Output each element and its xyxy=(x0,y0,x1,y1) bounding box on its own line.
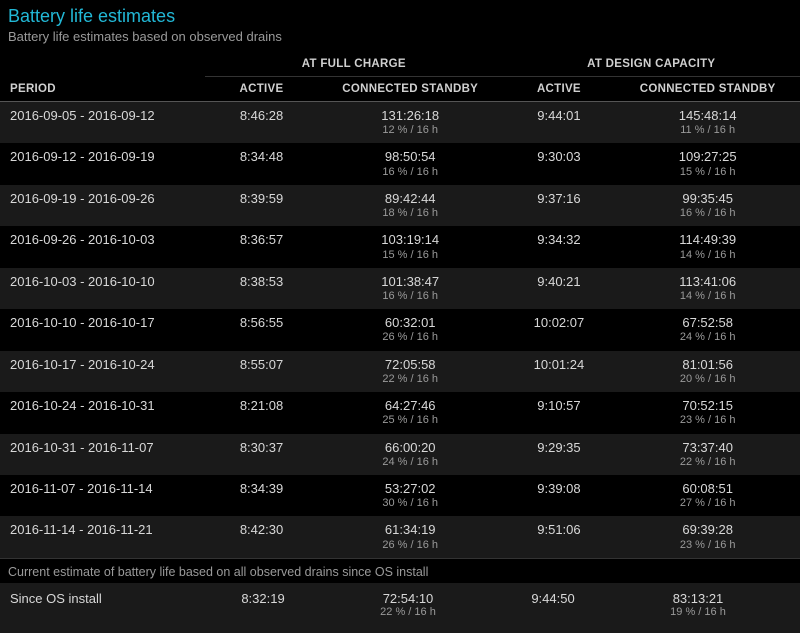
cell-dc-active: 9:39:08 xyxy=(503,475,616,516)
cell-dc-standby: 81:01:5620 % / 16 h xyxy=(615,351,800,392)
cell-dc-active: 10:01:24 xyxy=(503,351,616,392)
group-header-full-charge: AT FULL CHARGE xyxy=(205,54,502,77)
table-row: 2016-10-31 - 2016-11-078:30:3766:00:2024… xyxy=(0,434,800,475)
summary-label: Since OS install xyxy=(8,591,208,606)
cell-dc-standby: 109:27:2515 % / 16 h xyxy=(615,143,800,184)
cell-dc-active: 9:34:32 xyxy=(503,226,616,267)
cell-period: 2016-10-24 - 2016-10-31 xyxy=(0,392,205,433)
summary-fc-active: 8:32:19 xyxy=(208,591,318,606)
summary-row: Since OS install 8:32:19 72:54:10 22 % /… xyxy=(0,583,800,633)
cell-period: 2016-11-14 - 2016-11-21 xyxy=(0,516,205,557)
cell-dc-active: 9:10:57 xyxy=(503,392,616,433)
table-row: 2016-10-24 - 2016-10-318:21:0864:27:4625… xyxy=(0,392,800,433)
cell-dc-active: 10:02:07 xyxy=(503,309,616,350)
cell-period: 2016-09-26 - 2016-10-03 xyxy=(0,226,205,267)
cell-fc-standby: 64:27:4625 % / 16 h xyxy=(318,392,503,433)
col-header-dc-standby: CONNECTED STANDBY xyxy=(615,77,800,102)
cell-fc-standby: 131:26:1812 % / 16 h xyxy=(318,102,503,144)
table-row: 2016-09-05 - 2016-09-128:46:28131:26:181… xyxy=(0,102,800,144)
cell-fc-standby: 89:42:4418 % / 16 h xyxy=(318,185,503,226)
summary-dc-active: 9:44:50 xyxy=(498,591,608,606)
cell-period: 2016-11-07 - 2016-11-14 xyxy=(0,475,205,516)
cell-period: 2016-10-03 - 2016-10-10 xyxy=(0,268,205,309)
cell-fc-active: 8:36:57 xyxy=(205,226,318,267)
cell-fc-standby: 103:19:1415 % / 16 h xyxy=(318,226,503,267)
battery-estimates-table: AT FULL CHARGE AT DESIGN CAPACITY PERIOD… xyxy=(0,54,800,558)
col-header-fc-active: ACTIVE xyxy=(205,77,318,102)
cell-period: 2016-10-17 - 2016-10-24 xyxy=(0,351,205,392)
cell-dc-standby: 99:35:4516 % / 16 h xyxy=(615,185,800,226)
table-row: 2016-10-10 - 2016-10-178:56:5560:32:0126… xyxy=(0,309,800,350)
cell-dc-active: 9:29:35 xyxy=(503,434,616,475)
cell-dc-standby: 67:52:5824 % / 16 h xyxy=(615,309,800,350)
table-row: 2016-09-26 - 2016-10-038:36:57103:19:141… xyxy=(0,226,800,267)
cell-period: 2016-09-19 - 2016-09-26 xyxy=(0,185,205,226)
group-header-design-capacity: AT DESIGN CAPACITY xyxy=(503,54,800,77)
cell-fc-active: 8:34:39 xyxy=(205,475,318,516)
col-header-dc-active: ACTIVE xyxy=(503,77,616,102)
cell-period: 2016-10-10 - 2016-10-17 xyxy=(0,309,205,350)
cell-dc-standby: 113:41:0614 % / 16 h xyxy=(615,268,800,309)
cell-fc-active: 8:38:53 xyxy=(205,268,318,309)
cell-dc-active: 9:37:16 xyxy=(503,185,616,226)
cell-fc-active: 8:34:48 xyxy=(205,143,318,184)
section-title: Battery life estimates xyxy=(0,0,800,27)
cell-dc-active: 9:44:01 xyxy=(503,102,616,144)
cell-fc-standby: 101:38:4716 % / 16 h xyxy=(318,268,503,309)
cell-dc-active: 9:30:03 xyxy=(503,143,616,184)
col-header-period: PERIOD xyxy=(0,77,205,102)
cell-dc-standby: 114:49:3914 % / 16 h xyxy=(615,226,800,267)
section-subtitle: Battery life estimates based on observed… xyxy=(0,27,800,54)
cell-dc-active: 9:40:21 xyxy=(503,268,616,309)
cell-fc-standby: 53:27:0230 % / 16 h xyxy=(318,475,503,516)
cell-fc-active: 8:30:37 xyxy=(205,434,318,475)
cell-dc-standby: 145:48:1411 % / 16 h xyxy=(615,102,800,144)
cell-fc-standby: 60:32:0126 % / 16 h xyxy=(318,309,503,350)
summary-dc-standby: 83:13:21 19 % / 16 h xyxy=(608,591,788,619)
cell-fc-standby: 61:34:1926 % / 16 h xyxy=(318,516,503,557)
cell-fc-active: 8:55:07 xyxy=(205,351,318,392)
table-row: 2016-09-19 - 2016-09-268:39:5989:42:4418… xyxy=(0,185,800,226)
cell-fc-active: 8:46:28 xyxy=(205,102,318,144)
cell-dc-active: 9:51:06 xyxy=(503,516,616,557)
summary-fc-standby: 72:54:10 22 % / 16 h xyxy=(318,591,498,619)
cell-dc-standby: 60:08:5127 % / 16 h xyxy=(615,475,800,516)
cell-fc-active: 8:39:59 xyxy=(205,185,318,226)
cell-fc-active: 8:42:30 xyxy=(205,516,318,557)
table-row: 2016-10-17 - 2016-10-248:55:0772:05:5822… xyxy=(0,351,800,392)
cell-fc-standby: 66:00:2024 % / 16 h xyxy=(318,434,503,475)
cell-dc-standby: 69:39:2823 % / 16 h xyxy=(615,516,800,557)
cell-fc-standby: 72:05:5822 % / 16 h xyxy=(318,351,503,392)
cell-fc-standby: 98:50:5416 % / 16 h xyxy=(318,143,503,184)
table-row: 2016-09-12 - 2016-09-198:34:4898:50:5416… xyxy=(0,143,800,184)
cell-fc-active: 8:56:55 xyxy=(205,309,318,350)
cell-period: 2016-09-05 - 2016-09-12 xyxy=(0,102,205,144)
table-row: 2016-11-14 - 2016-11-218:42:3061:34:1926… xyxy=(0,516,800,557)
cell-period: 2016-09-12 - 2016-09-19 xyxy=(0,143,205,184)
cell-dc-standby: 70:52:1523 % / 16 h xyxy=(615,392,800,433)
footnote-text: Current estimate of battery life based o… xyxy=(0,558,800,583)
cell-fc-active: 8:21:08 xyxy=(205,392,318,433)
table-row: 2016-10-03 - 2016-10-108:38:53101:38:471… xyxy=(0,268,800,309)
col-header-fc-standby: CONNECTED STANDBY xyxy=(318,77,503,102)
table-row: 2016-11-07 - 2016-11-148:34:3953:27:0230… xyxy=(0,475,800,516)
cell-dc-standby: 73:37:4022 % / 16 h xyxy=(615,434,800,475)
cell-period: 2016-10-31 - 2016-11-07 xyxy=(0,434,205,475)
